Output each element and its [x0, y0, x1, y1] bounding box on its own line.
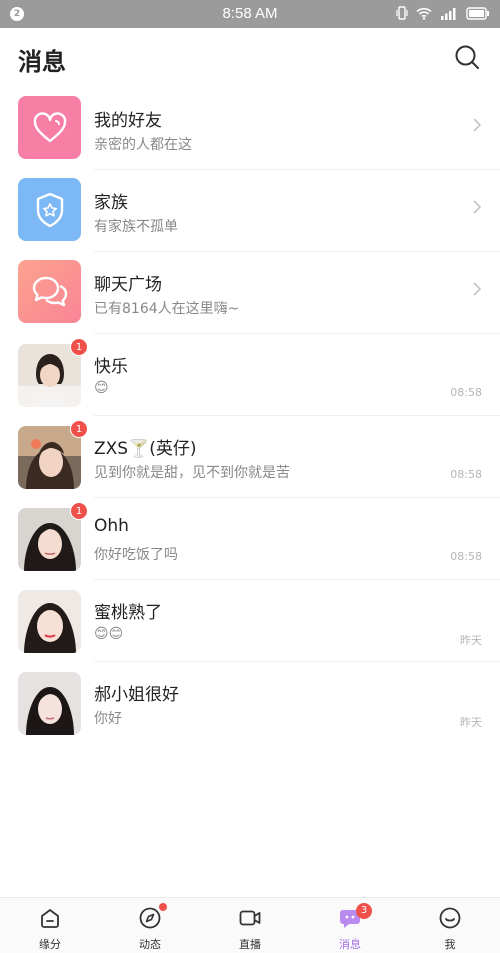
- tab-label: 消息: [339, 938, 361, 951]
- list-item-chat-square[interactable]: 聊天广场 已有8164人在这里嗨~: [0, 252, 500, 334]
- avatar: [18, 672, 81, 735]
- chevron-right-icon: [473, 200, 482, 214]
- video-camera-icon: [239, 910, 261, 926]
- tab-label: 我: [444, 938, 456, 951]
- avatar: [18, 590, 81, 653]
- contact-name: Ohh: [94, 516, 129, 536]
- tab-xiaoxi[interactable]: 3 消息: [300, 898, 400, 953]
- message-preview: 😊: [94, 380, 109, 396]
- list-item-family[interactable]: 家族 有家族不孤单: [0, 170, 500, 252]
- message-time: 08:58: [450, 468, 482, 481]
- tab-label: 缘分: [39, 938, 61, 951]
- tab-label: 动态: [139, 938, 161, 951]
- chat-square-tile: [18, 260, 81, 323]
- status-bar: 2 8:58 AM: [0, 0, 500, 28]
- conversation-row[interactable]: 1 ZXS🍸(英仔) 见到你就是甜，见不到你就是苦 08:58: [0, 416, 500, 498]
- conversation-row[interactable]: 1 Ohh 你好吃饭了吗 08:58: [0, 498, 500, 580]
- shield-star-icon: [36, 192, 63, 227]
- item-subtitle: 亲密的人都在这: [94, 137, 192, 153]
- friends-tile: [18, 96, 81, 159]
- item-subtitle: 有家族不孤单: [94, 219, 178, 235]
- tab-wo[interactable]: 我: [400, 898, 500, 953]
- signal-icon: [441, 7, 456, 20]
- conversation-row[interactable]: 蜜桃熟了 😊😊 昨天: [0, 580, 500, 662]
- message-preview: 见到你就是甜，见不到你就是苦: [94, 465, 290, 481]
- messages-badge: 3: [356, 903, 372, 919]
- compass-icon: [139, 907, 161, 929]
- heart-icon: [33, 111, 66, 142]
- family-tile: [18, 178, 81, 241]
- page-title: 消息: [18, 48, 66, 76]
- contact-name: ZXS🍸(英仔): [94, 439, 197, 459]
- search-icon[interactable]: [454, 44, 480, 70]
- message-preview: 你好: [94, 711, 122, 727]
- message-time: 08:58: [450, 550, 482, 563]
- message-time: 08:58: [450, 386, 482, 399]
- contact-name: 蜜桃熟了: [94, 603, 162, 623]
- chevron-right-icon: [473, 118, 482, 132]
- chevron-right-icon: [473, 282, 482, 296]
- avatar: [18, 426, 81, 489]
- item-subtitle: 已有8164人在这里嗨~: [94, 301, 240, 317]
- unread-badge: 1: [70, 338, 88, 356]
- message-preview: 你好吃饭了吗: [94, 547, 178, 563]
- tab-yuanfen[interactable]: 缘分: [0, 898, 100, 953]
- chat-bubbles-icon: [32, 276, 67, 306]
- tab-dongtai[interactable]: 动态: [100, 898, 200, 953]
- contact-name: 快乐: [94, 357, 128, 377]
- message-time: 昨天: [460, 634, 482, 647]
- home-icon: [41, 909, 59, 928]
- wifi-icon: [416, 7, 432, 20]
- avatar: [18, 508, 81, 571]
- message-time: 昨天: [460, 716, 482, 729]
- tab-label: 直播: [239, 938, 261, 951]
- item-name: 家族: [94, 193, 128, 213]
- unread-badge: 1: [70, 502, 88, 520]
- avatar: [18, 344, 81, 407]
- conversation-row[interactable]: 1 快乐 😊 08:58: [0, 334, 500, 416]
- item-name: 我的好友: [94, 111, 162, 131]
- message-preview: 😊😊: [94, 626, 124, 642]
- tab-zhibo[interactable]: 直播: [200, 898, 300, 953]
- item-name: 聊天广场: [94, 275, 162, 295]
- contact-name: 郝小姐很好: [94, 685, 179, 705]
- conversation-row[interactable]: 郝小姐很好 你好 昨天: [0, 662, 500, 744]
- vibrate-icon: [396, 6, 408, 20]
- smiley-face-icon: [439, 907, 461, 929]
- new-activity-dot: [159, 903, 167, 911]
- list-item-friends[interactable]: 我的好友 亲密的人都在这: [0, 88, 500, 170]
- bottom-tab-bar: 缘分 动态 直播 3 消息 我: [0, 897, 500, 953]
- page-header: 消息: [0, 28, 500, 88]
- unread-badge: 1: [70, 420, 88, 438]
- battery-icon: [466, 6, 489, 20]
- status-icons: [396, 6, 490, 20]
